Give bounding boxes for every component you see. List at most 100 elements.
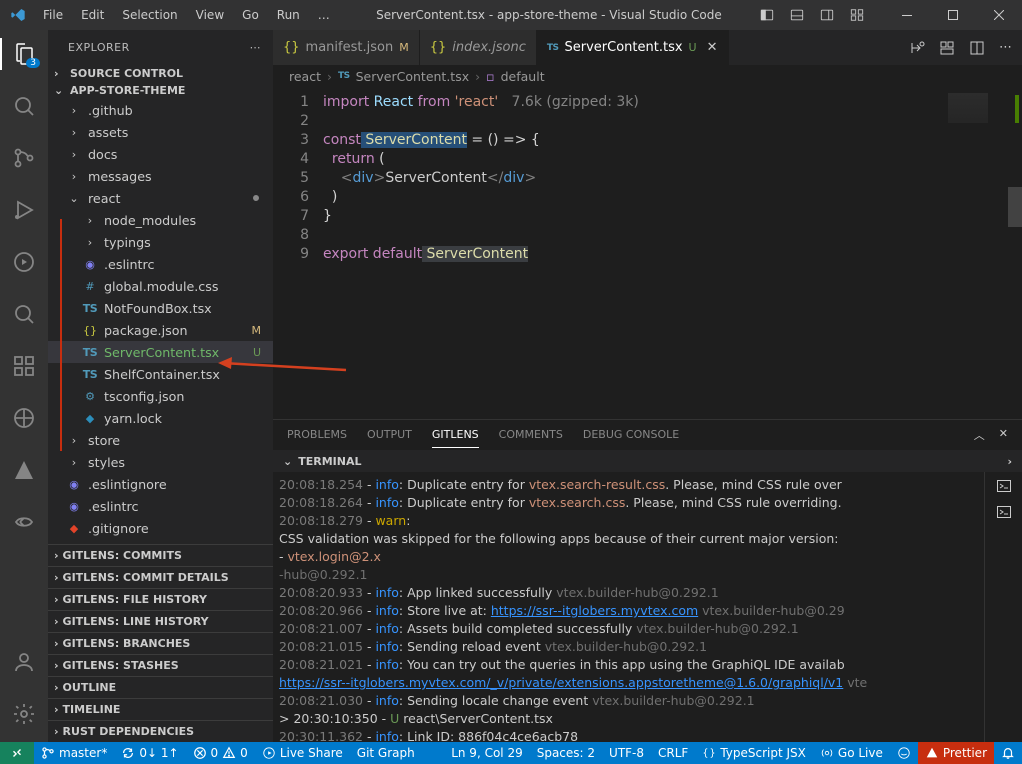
close-button[interactable] xyxy=(976,0,1022,30)
section-collapsed[interactable]: ›OUTLINE xyxy=(48,676,273,698)
vertical-scrollbar[interactable] xyxy=(1008,87,1022,419)
remote-button[interactable] xyxy=(0,742,34,764)
status-notifications[interactable] xyxy=(994,742,1022,764)
folder-item[interactable]: ›styles xyxy=(48,451,273,473)
section-collapsed[interactable]: ›GITLENS: BRANCHES xyxy=(48,632,273,654)
activity-gitlens[interactable] xyxy=(0,506,48,538)
minimize-button[interactable] xyxy=(884,0,930,30)
editor-tab[interactable]: {}index.jsonc xyxy=(420,30,537,65)
breadcrumb-item[interactable]: default xyxy=(501,69,545,84)
menu-run[interactable]: Run xyxy=(269,4,308,26)
activity-search[interactable] xyxy=(0,90,48,122)
editor-tab[interactable]: {}manifest.jsonM xyxy=(273,30,420,65)
folder-item[interactable]: ⌄react xyxy=(48,187,273,209)
toggle-panel-icon[interactable] xyxy=(790,8,804,22)
activity-settings[interactable] xyxy=(0,698,48,730)
menu-view[interactable]: View xyxy=(188,4,232,26)
terminal[interactable]: 20:08:18.254 - info: Duplicate entry for… xyxy=(273,472,1022,742)
file-item[interactable]: ◉.eslintrc xyxy=(48,253,273,275)
menu-edit[interactable]: Edit xyxy=(73,4,112,26)
toggle-primary-sidebar-icon[interactable] xyxy=(760,8,774,22)
minimap[interactable] xyxy=(944,87,1004,419)
folder-item[interactable]: ›.github xyxy=(48,99,273,121)
status-gitgraph[interactable]: Git Graph xyxy=(350,742,422,764)
status-branch[interactable]: master* xyxy=(34,742,114,764)
section-collapsed[interactable]: ›GITLENS: COMMIT DETAILS xyxy=(48,566,273,588)
breadcrumb-item[interactable]: ServerContent.tsx xyxy=(356,69,470,84)
folder-item[interactable]: ›store xyxy=(48,429,273,451)
section-collapsed[interactable]: ›GITLENS: STASHES xyxy=(48,654,273,676)
file-item[interactable]: ◉.eslintignore xyxy=(48,473,273,495)
activity-explorer[interactable]: 3 xyxy=(0,38,48,70)
status-problems[interactable]: 0 0 xyxy=(186,742,255,764)
code-editor[interactable]: 123456789 import React from 'react' 7.6k… xyxy=(273,87,1022,419)
file-item[interactable]: TSShelfContainer.tsx xyxy=(48,363,273,385)
menu-selection[interactable]: Selection xyxy=(114,4,185,26)
status-sync[interactable]: 0↓ 1↑ xyxy=(114,742,185,764)
folder-item[interactable]: ›assets xyxy=(48,121,273,143)
section-workspace[interactable]: ⌄ APP-STORE-THEME xyxy=(48,82,273,99)
chevron-right-icon[interactable]: › xyxy=(1007,455,1012,468)
file-item[interactable]: {}package.jsonM xyxy=(48,319,273,341)
status-eol[interactable]: CRLF xyxy=(651,742,695,764)
maximize-button[interactable] xyxy=(930,0,976,30)
scrollbar-thumb[interactable] xyxy=(1008,187,1022,227)
panel-tab[interactable]: GITLENS xyxy=(432,422,479,448)
more-icon[interactable]: ⋯ xyxy=(999,40,1012,55)
activity-source-control[interactable] xyxy=(0,142,48,174)
file-item[interactable]: TSNotFoundBox.tsx xyxy=(48,297,273,319)
status-cursor[interactable]: Ln 9, Col 29 xyxy=(444,742,530,764)
menu-more[interactable]: … xyxy=(310,4,338,26)
file-item[interactable]: ◉.eslintrc xyxy=(48,495,273,517)
status-golive[interactable]: Go Live xyxy=(813,742,890,764)
status-liveshare[interactable]: Live Share xyxy=(255,742,350,764)
panel-tab[interactable]: OUTPUT xyxy=(367,422,412,447)
editor-tab[interactable]: TSServerContent.tsxU✕ xyxy=(537,30,729,65)
folder-item[interactable]: ›typings xyxy=(48,231,273,253)
panel-tab[interactable]: DEBUG CONSOLE xyxy=(583,422,679,447)
toggle-secondary-sidebar-icon[interactable] xyxy=(820,8,834,22)
activity-liveshare[interactable] xyxy=(0,246,48,278)
folder-item[interactable]: ›messages xyxy=(48,165,273,187)
section-collapsed[interactable]: ›RUST DEPENDENCIES xyxy=(48,720,273,742)
customize-layout-icon[interactable] xyxy=(850,8,864,22)
activity-docker[interactable] xyxy=(0,402,48,434)
split-editor-icon[interactable] xyxy=(969,40,985,56)
section-collapsed[interactable]: ›GITLENS: FILE HISTORY xyxy=(48,588,273,610)
menu-go[interactable]: Go xyxy=(234,4,267,26)
breadcrumb-item[interactable]: react xyxy=(289,69,321,84)
menu-file[interactable]: File xyxy=(35,4,71,26)
status-encoding[interactable]: UTF-8 xyxy=(602,742,651,764)
section-source-control[interactable]: › SOURCE CONTROL xyxy=(48,65,273,82)
section-collapsed[interactable]: ›TIMELINE xyxy=(48,698,273,720)
code-content[interactable]: import React from 'react' 7.6k (gzipped:… xyxy=(323,87,639,419)
close-icon[interactable]: ✕ xyxy=(707,40,718,55)
compare-icon[interactable] xyxy=(909,40,925,56)
file-item[interactable]: #global.module.css xyxy=(48,275,273,297)
status-language[interactable]: TypeScript JSX xyxy=(695,742,813,764)
activity-remote[interactable] xyxy=(0,298,48,330)
section-collapsed[interactable]: ›GITLENS: LINE HISTORY xyxy=(48,610,273,632)
activity-extensions[interactable] xyxy=(0,350,48,382)
file-item[interactable]: ◆.gitignore xyxy=(48,517,273,539)
chevron-up-icon[interactable]: ︿ xyxy=(974,427,985,443)
status-spaces[interactable]: Spaces: 2 xyxy=(530,742,602,764)
activity-run-debug[interactable] xyxy=(0,194,48,226)
powershell-icon[interactable] xyxy=(996,504,1012,520)
activity-azure[interactable] xyxy=(0,454,48,486)
file-item[interactable]: ⚙tsconfig.json xyxy=(48,385,273,407)
file-item[interactable]: TSServerContent.tsxU xyxy=(48,341,273,363)
close-icon[interactable]: ✕ xyxy=(999,427,1008,443)
file-item[interactable]: ◆yarn.lock xyxy=(48,407,273,429)
activity-accounts[interactable] xyxy=(0,646,48,678)
powershell-icon[interactable] xyxy=(996,478,1012,494)
folder-item[interactable]: ›docs xyxy=(48,143,273,165)
breadcrumb[interactable]: react › TS ServerContent.tsx › ▫ default xyxy=(273,65,1022,87)
terminal-header[interactable]: ⌄TERMINAL › xyxy=(273,450,1022,472)
status-feedback[interactable] xyxy=(890,742,918,764)
section-collapsed[interactable]: ›GITLENS: COMMITS xyxy=(48,544,273,566)
explorer-more-icon[interactable]: ⋯ xyxy=(250,41,262,54)
run-icon[interactable] xyxy=(939,40,955,56)
panel-tab[interactable]: COMMENTS xyxy=(499,422,563,447)
status-prettier[interactable]: Prettier xyxy=(918,742,994,764)
